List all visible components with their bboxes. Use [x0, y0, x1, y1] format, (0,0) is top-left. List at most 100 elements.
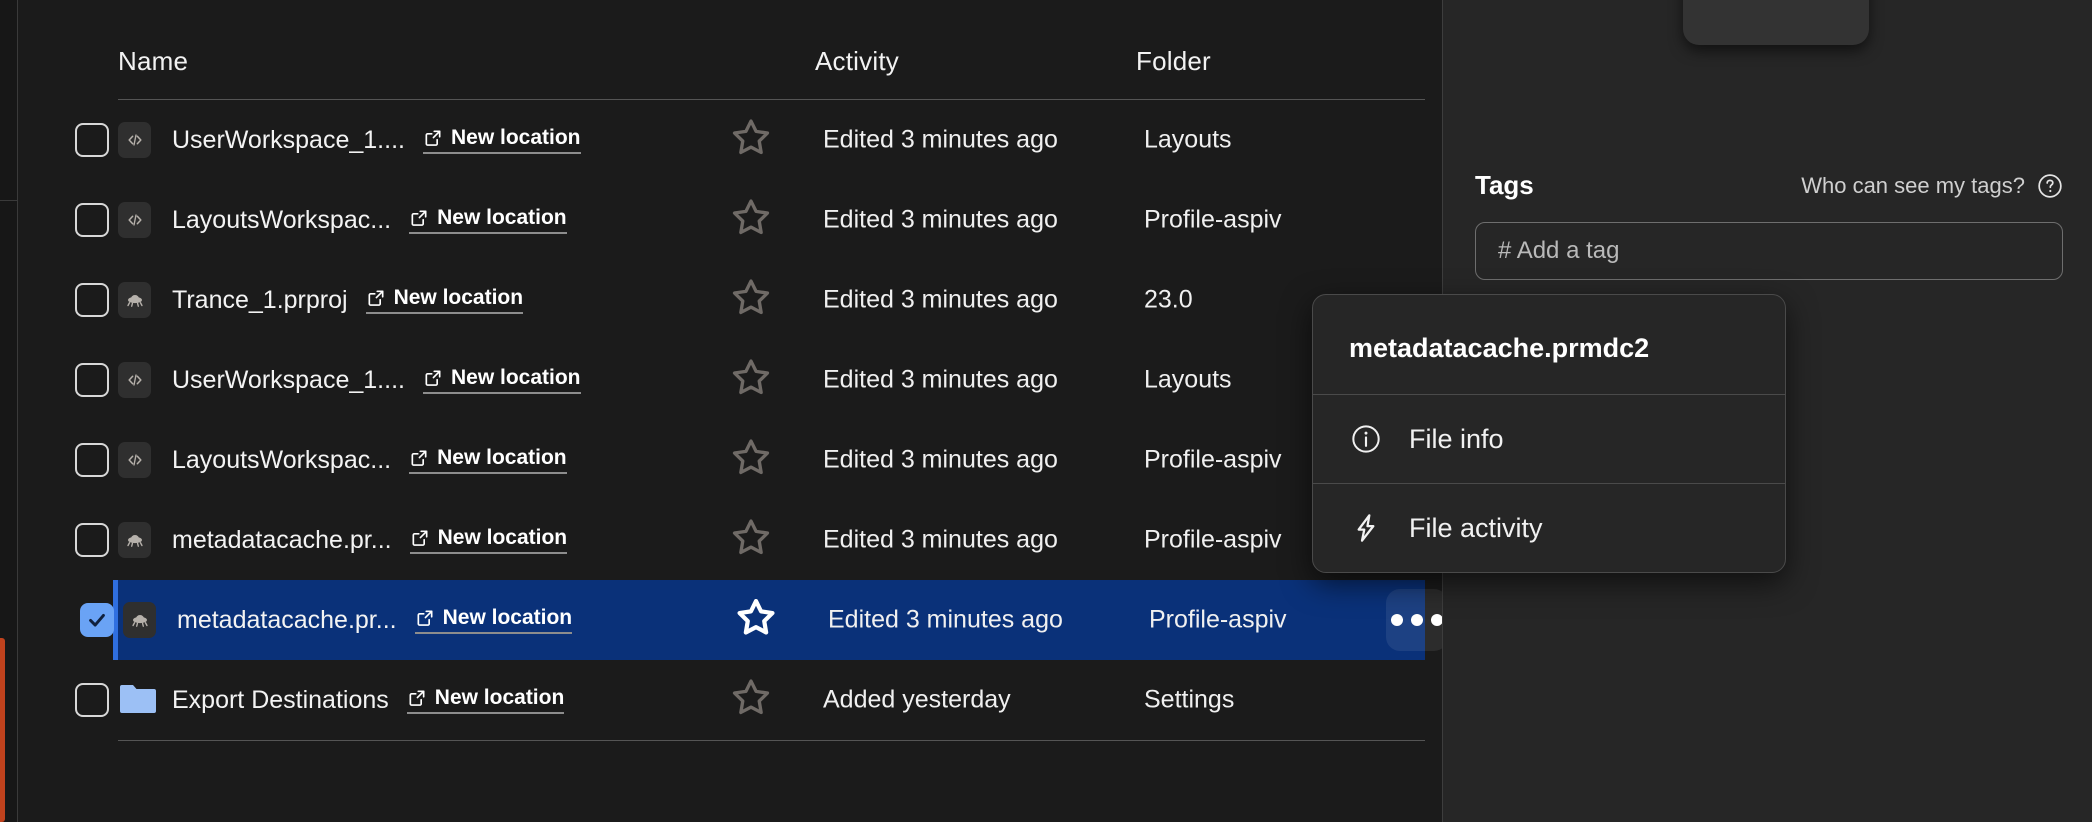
new-location-badge[interactable]: New location	[365, 286, 524, 314]
file-table: Name Activity Folder UserWorkspace_1....…	[75, 0, 1448, 740]
new-location-badge[interactable]: New location	[406, 686, 565, 714]
context-menu-item-file-info[interactable]: File info	[1313, 395, 1785, 484]
table-header-row: Name Activity Folder	[118, 0, 1425, 100]
new-location-badge[interactable]: New location	[409, 526, 568, 554]
row-file-icon-cell	[118, 442, 163, 478]
code-file-icon	[118, 442, 151, 478]
row-file-icon-cell	[118, 522, 163, 558]
row-checkbox-cell[interactable]	[75, 523, 118, 557]
row-activity: Edited 3 minutes ago	[828, 605, 1063, 634]
external-link-icon	[417, 610, 433, 626]
row-checkbox-cell[interactable]	[75, 443, 118, 477]
code-file-icon	[118, 122, 151, 158]
column-header-folder[interactable]: Folder	[1136, 46, 1211, 77]
row-file-icon-cell	[118, 682, 163, 718]
tags-privacy-link[interactable]: Who can see my tags?	[1801, 173, 2063, 199]
new-location-badge[interactable]: New location	[422, 126, 581, 154]
favorite-star-icon[interactable]	[730, 517, 772, 564]
premiere-project-icon	[123, 602, 156, 638]
table-row[interactable]: Export Destinations New location Added yes…	[75, 660, 1425, 740]
row-checkbox-cell[interactable]	[75, 283, 118, 317]
row-checkbox[interactable]	[75, 283, 109, 317]
column-header-activity[interactable]: Activity	[815, 46, 899, 77]
favorite-star-icon[interactable]	[730, 117, 772, 164]
new-location-label: New location	[437, 526, 568, 549]
favorite-star-icon[interactable]	[730, 357, 772, 404]
external-link-icon	[412, 530, 428, 546]
table-row[interactable]: metadatacache.pr... New location Edited 3 …	[75, 500, 1425, 580]
row-checkbox-cell[interactable]	[80, 603, 123, 637]
row-folder: 23.0	[1144, 285, 1193, 314]
new-location-label: New location	[450, 126, 581, 149]
favorite-star-icon[interactable]	[730, 437, 772, 484]
row-checkbox-cell[interactable]	[75, 683, 118, 717]
row-checkbox[interactable]	[75, 523, 109, 557]
new-location-badge[interactable]: New location	[422, 366, 581, 394]
row-checkbox[interactable]	[75, 683, 109, 717]
new-location-label: New location	[437, 446, 567, 469]
table-row[interactable]: LayoutsWorkspac... New location Edited 3 m…	[75, 180, 1425, 260]
row-file-name[interactable]: Trance_1.prproj	[172, 286, 348, 315]
favorite-star-icon[interactable]	[735, 597, 777, 644]
code-file-icon	[118, 202, 151, 238]
favorite-star-icon[interactable]	[730, 677, 772, 724]
new-location-badge[interactable]: New location	[409, 206, 567, 234]
premiere-project-icon	[118, 282, 151, 318]
row-checkbox[interactable]	[75, 443, 109, 477]
row-folder: Layouts	[1144, 365, 1232, 394]
row-activity: Edited 3 minutes ago	[823, 445, 1058, 474]
row-activity: Edited 3 minutes ago	[823, 125, 1058, 154]
code-file-icon	[118, 362, 151, 398]
folder-icon	[118, 682, 158, 718]
table-row-selected[interactable]: metadatacache.pr... New location Edited 3 …	[80, 580, 1448, 660]
external-link-icon	[409, 690, 425, 706]
row-activity: Edited 3 minutes ago	[823, 525, 1058, 554]
column-header-name[interactable]: Name	[118, 46, 188, 77]
row-file-name[interactable]: Export Destinations	[172, 686, 389, 715]
row-file-icon-cell	[118, 282, 163, 318]
row-checkbox-cell[interactable]	[75, 123, 118, 157]
row-checkbox-cell[interactable]	[75, 363, 118, 397]
row-file-name[interactable]: metadatacache.pr...	[172, 526, 392, 555]
row-file-name[interactable]: LayoutsWorkspac...	[172, 206, 391, 235]
table-row[interactable]: UserWorkspace_1.... New location Edited 3 …	[75, 100, 1425, 180]
row-file-name[interactable]: UserWorkspace_1....	[172, 126, 405, 155]
new-location-label: New location	[434, 686, 565, 709]
file-list-panel: Name Activity Folder UserWorkspace_1....…	[18, 0, 1448, 822]
lightning-bolt-icon	[1349, 512, 1383, 544]
row-file-icon-cell	[123, 602, 168, 638]
row-file-icon-cell	[118, 202, 163, 238]
row-file-name[interactable]: UserWorkspace_1....	[172, 366, 405, 395]
external-link-icon	[425, 130, 441, 146]
row-folder: Settings	[1144, 685, 1235, 714]
row-checkbox-cell[interactable]	[75, 203, 118, 237]
table-row[interactable]: Trance_1.prproj New location Edited 3 minu…	[75, 260, 1425, 340]
new-location-badge[interactable]: New location	[409, 446, 567, 474]
context-menu-item-file-activity[interactable]: File activity	[1313, 484, 1785, 572]
new-location-label: New location	[437, 206, 567, 229]
row-file-name[interactable]: metadatacache.pr...	[177, 606, 397, 635]
row-checkbox-checked[interactable]	[80, 603, 114, 637]
file-context-menu: metadatacache.prmdc2 File info File acti…	[1312, 294, 1786, 573]
table-bottom-divider	[118, 740, 1425, 741]
row-checkbox[interactable]	[75, 363, 109, 397]
row-more-actions-button[interactable]	[1386, 589, 1448, 651]
row-folder: Profile-aspiv	[1144, 205, 1282, 234]
table-row[interactable]: UserWorkspace_1.... New location Edited 3 …	[75, 340, 1425, 420]
favorite-star-icon[interactable]	[730, 197, 772, 244]
tags-header: Tags Who can see my tags?	[1475, 170, 2063, 201]
add-tag-input[interactable]: # Add a tag	[1475, 222, 2063, 280]
row-folder: Profile-aspiv	[1144, 445, 1282, 474]
tags-title: Tags	[1475, 170, 1534, 200]
context-menu-title: metadatacache.prmdc2	[1313, 295, 1785, 395]
row-file-icon-cell	[118, 362, 163, 398]
favorite-star-icon[interactable]	[730, 277, 772, 324]
new-location-badge[interactable]: New location	[414, 606, 573, 634]
table-row[interactable]: LayoutsWorkspac... New location Edited 3 m…	[75, 420, 1425, 500]
row-checkbox[interactable]	[75, 123, 109, 157]
row-folder: Profile-aspiv	[1149, 605, 1287, 634]
row-file-name[interactable]: LayoutsWorkspac...	[172, 446, 391, 475]
row-checkbox[interactable]	[75, 203, 109, 237]
left-rail-divider	[0, 200, 18, 201]
question-circle-icon[interactable]	[2037, 173, 2063, 199]
